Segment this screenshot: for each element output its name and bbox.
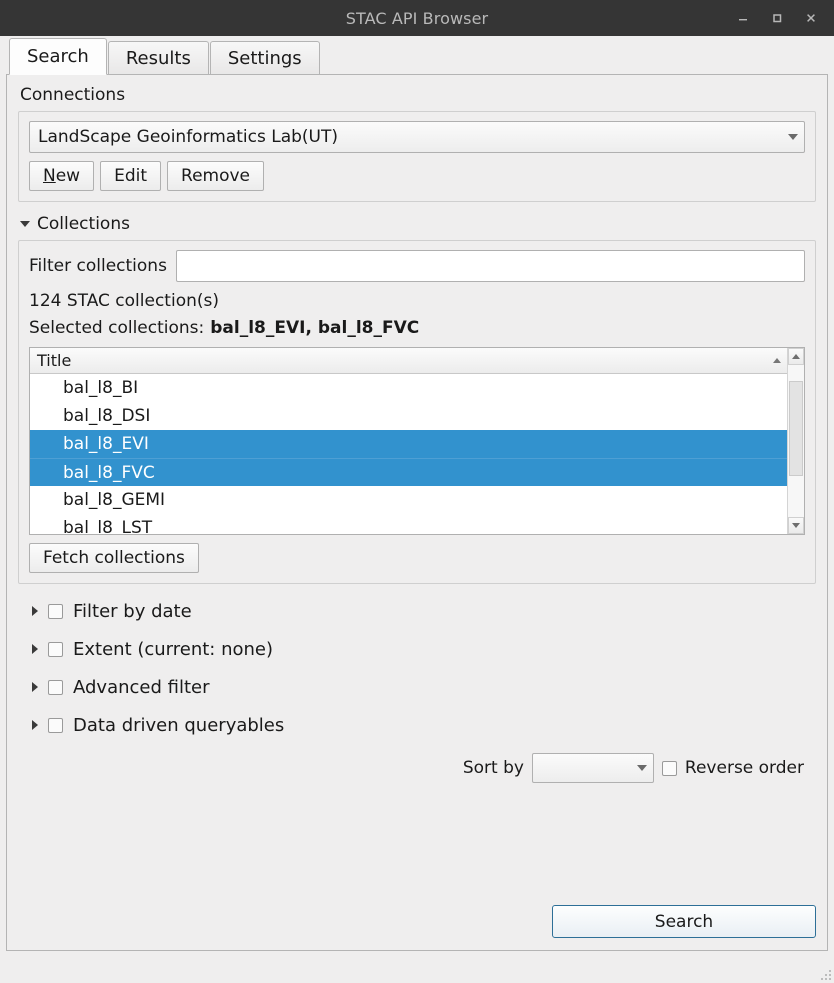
selected-collections-label: Selected collections:: [29, 318, 205, 338]
collection-count-text: 124 STAC collection(s): [29, 291, 219, 311]
sort-row: Sort by Reverse order: [18, 753, 816, 783]
sort-ascending-icon: [773, 358, 781, 363]
search-tab-panel: Connections LandScape Geoinformatics Lab…: [6, 74, 828, 951]
chevron-right-icon[interactable]: [32, 644, 38, 654]
resize-grip[interactable]: [818, 967, 831, 980]
list-item[interactable]: bal_l8_FVC: [30, 458, 787, 486]
connections-group-box: LandScape Geoinformatics Lab(UT) New Edi…: [18, 111, 816, 202]
list-item[interactable]: bal_l8_LST: [30, 514, 787, 534]
reverse-order-checkbox[interactable]: [661, 760, 677, 776]
list-item-label: bal_l8_FVC: [63, 462, 155, 483]
data-driven-queryables-label: Data driven queryables: [73, 714, 285, 736]
list-item[interactable]: bal_l8_BI: [30, 374, 787, 402]
list-item[interactable]: bal_l8_EVI: [30, 430, 787, 458]
connections-group-title: Connections: [20, 85, 816, 105]
chevron-right-icon[interactable]: [32, 606, 38, 616]
section-extent[interactable]: Extent (current: none): [18, 630, 816, 668]
section-advanced-filter[interactable]: Advanced filter: [18, 668, 816, 706]
main-tabbar: Search Results Settings: [0, 36, 834, 75]
sort-by-select[interactable]: [531, 753, 654, 783]
fetch-collections-button[interactable]: Fetch collections: [29, 543, 199, 573]
list-item-label: bal_l8_DSI: [63, 406, 151, 426]
connection-select[interactable]: LandScape Geoinformatics Lab(UT): [29, 121, 805, 153]
section-filter-by-date[interactable]: Filter by date: [18, 592, 816, 630]
tab-settings-label: Settings: [227, 48, 302, 69]
extent-label: Extent (current: none): [73, 638, 274, 660]
collections-group-title[interactable]: Collections: [20, 214, 816, 234]
maximize-icon[interactable]: [760, 4, 794, 32]
filter-collections-label: Filter collections: [29, 256, 167, 276]
collections-group-label: Collections: [37, 214, 130, 234]
tab-search-label: Search: [27, 46, 89, 67]
scroll-down-icon[interactable]: [788, 517, 804, 534]
chevron-down-icon: [788, 134, 798, 140]
search-button[interactable]: Search: [552, 905, 816, 938]
filter-collections-input[interactable]: [175, 250, 805, 282]
advanced-filter-checkbox[interactable]: [48, 679, 63, 695]
tab-results[interactable]: Results: [107, 41, 209, 75]
scrollbar-track[interactable]: [788, 365, 804, 517]
chevron-down-icon: [636, 765, 647, 771]
chevron-right-icon[interactable]: [32, 682, 38, 692]
window-title: STAC API Browser: [345, 8, 489, 28]
filter-by-date-label: Filter by date: [73, 600, 192, 622]
collections-group-box: Filter collections 124 STAC collection(s…: [18, 240, 816, 584]
advanced-filter-label: Advanced filter: [73, 676, 210, 698]
collections-list-scrollbar[interactable]: [787, 348, 804, 534]
list-item-label: bal_l8_BI: [63, 378, 139, 398]
collections-list-header[interactable]: Title: [30, 348, 787, 374]
tab-search[interactable]: Search: [9, 38, 107, 75]
new-button-mnemonic: N: [43, 166, 56, 186]
chevron-right-icon[interactable]: [32, 720, 38, 730]
new-connection-button[interactable]: New: [29, 161, 95, 191]
column-header-title: Title: [37, 351, 72, 370]
close-icon[interactable]: [794, 4, 828, 32]
remove-connection-button[interactable]: Remove: [167, 161, 265, 191]
scroll-up-icon[interactable]: [788, 348, 804, 365]
selected-collections-values: bal_l8_EVI, bal_l8_FVC: [210, 318, 420, 338]
collections-list-body: bal_l8_BI bal_l8_DSI bal_l8_EVI bal_l8_F…: [30, 374, 787, 534]
tab-settings[interactable]: Settings: [209, 41, 320, 75]
data-driven-queryables-checkbox[interactable]: [48, 717, 63, 733]
reverse-order-label: Reverse order: [684, 758, 804, 778]
chevron-down-icon: [20, 221, 30, 227]
tab-results-label: Results: [125, 48, 191, 69]
list-item-label: bal_l8_GEMI: [63, 490, 166, 510]
minimize-icon[interactable]: [726, 4, 760, 32]
filter-by-date-checkbox[interactable]: [48, 603, 63, 619]
window-titlebar: STAC API Browser: [0, 0, 834, 36]
section-data-driven-queryables[interactable]: Data driven queryables: [18, 706, 816, 744]
collections-list[interactable]: Title bal_l8_BI bal_l8_DSI bal_l8_EVI ba…: [29, 347, 805, 535]
sort-by-label: Sort by: [462, 758, 524, 778]
search-action-row: Search: [18, 905, 816, 938]
list-item-label: bal_l8_EVI: [63, 434, 149, 454]
edit-connection-button[interactable]: Edit: [100, 161, 162, 191]
extent-checkbox[interactable]: [48, 641, 63, 657]
list-item[interactable]: bal_l8_GEMI: [30, 486, 787, 514]
connections-group-label: Connections: [20, 85, 126, 105]
scrollbar-thumb[interactable]: [789, 381, 803, 476]
window-controls: [726, 4, 828, 32]
list-item-label: bal_l8_LST: [63, 518, 153, 534]
list-item[interactable]: bal_l8_DSI: [30, 402, 787, 430]
connection-select-value: LandScape Geoinformatics Lab(UT): [38, 127, 339, 147]
